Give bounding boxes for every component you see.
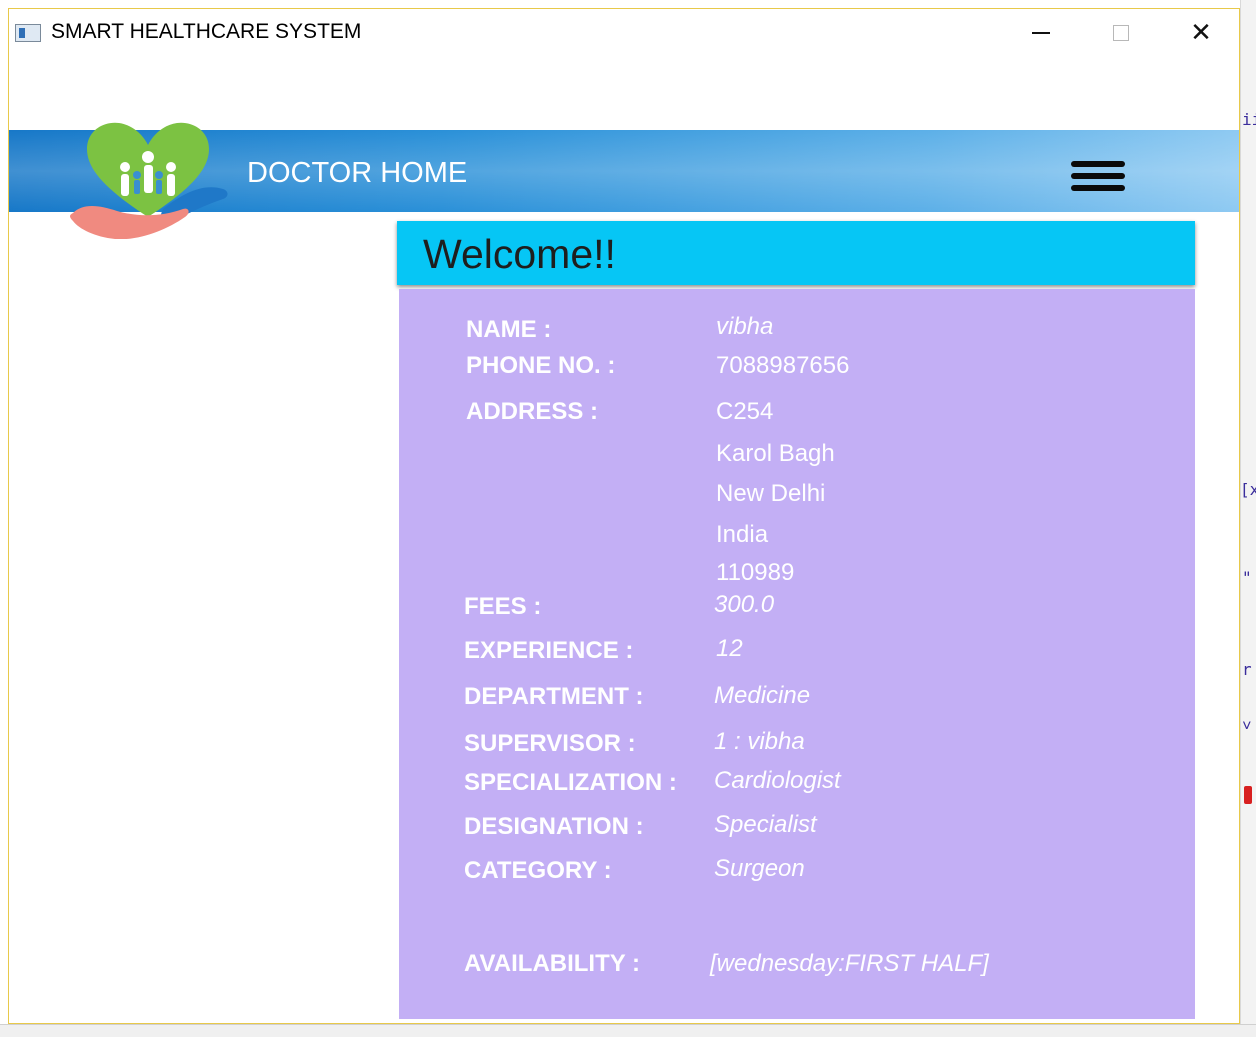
maximize-icon: [1113, 25, 1129, 41]
address-line: New Delhi: [716, 480, 826, 507]
name-label: NAME :: [466, 316, 552, 343]
background-window-edge: [1240, 0, 1256, 1036]
app-window: SMART HEALTHCARE SYSTEM ✕ DOCTOR HOME We…: [8, 8, 1240, 1024]
healthcare-logo: [70, 122, 228, 239]
address-line: C254: [716, 398, 774, 425]
supervisor-label: SUPERVISOR :: [464, 730, 636, 757]
address-line: 110989: [716, 559, 795, 586]
welcome-heading: Welcome!!: [423, 231, 616, 277]
department-label: DEPARTMENT :: [464, 683, 644, 710]
phone-value: 7088987656: [716, 352, 850, 379]
supervisor-value: 1 : vibha: [714, 728, 805, 755]
close-icon: ✕: [1190, 18, 1212, 48]
background-taskbar-edge: [0, 1024, 1256, 1037]
close-button[interactable]: ✕: [1161, 9, 1239, 57]
name-value: vibha: [716, 313, 774, 340]
availability-value: [wednesday:FIRST HALF]: [710, 950, 989, 977]
page-title: DOCTOR HOME: [247, 157, 468, 189]
background-code-fragment: [x: [1240, 480, 1256, 499]
background-error-marker: [1244, 786, 1252, 804]
designation-value: Specialist: [714, 811, 817, 838]
background-code-fragment: ˅: [1242, 716, 1252, 735]
fees-label: FEES :: [464, 593, 542, 620]
experience-value: 12: [716, 635, 743, 662]
hamburger-menu-button[interactable]: [1065, 151, 1131, 201]
designation-label: DESIGNATION :: [464, 813, 644, 840]
doctor-profile-panel: NAME : vibha PHONE NO. : 7088987656 ADDR…: [399, 289, 1195, 1019]
background-code-fragment: ii: [1242, 110, 1256, 129]
experience-label: EXPERIENCE :: [464, 637, 634, 664]
category-value: Surgeon: [714, 855, 805, 882]
hamburger-menu-icon-bar: [1071, 173, 1125, 179]
background-code-fragment: r: [1242, 660, 1252, 679]
specialization-value: Cardiologist: [714, 767, 841, 794]
hamburger-menu-icon: [1071, 161, 1125, 167]
minimize-icon: [1032, 32, 1050, 34]
window-title: SMART HEALTHCARE SYSTEM: [51, 20, 362, 43]
phone-label: PHONE NO. :: [466, 352, 616, 379]
specialization-label: SPECIALIZATION :: [464, 769, 677, 796]
address-label: ADDRESS :: [466, 398, 599, 425]
address-line: India: [716, 521, 769, 548]
fees-value: 300.0: [714, 591, 775, 618]
welcome-bar: Welcome!!: [397, 221, 1195, 285]
department-value: Medicine: [714, 682, 811, 709]
hamburger-menu-icon-bar: [1071, 185, 1125, 191]
address-line: Karol Bagh: [716, 440, 835, 467]
minimize-button[interactable]: [1001, 9, 1081, 57]
availability-label: AVAILABILITY :: [464, 950, 640, 977]
maximize-button[interactable]: [1081, 9, 1161, 57]
app-window-icon: [15, 24, 41, 42]
window-titlebar[interactable]: SMART HEALTHCARE SYSTEM ✕: [9, 9, 1239, 57]
category-label: CATEGORY :: [464, 857, 612, 884]
background-code-fragment: ": [1242, 568, 1252, 587]
